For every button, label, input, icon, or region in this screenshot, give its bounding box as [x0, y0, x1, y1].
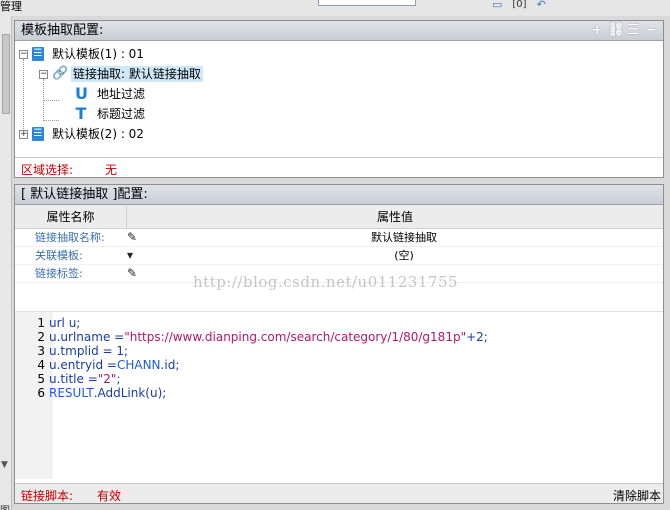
code-line[interactable]: 4 u.entryid = CHANN .id; — [15, 358, 179, 372]
list-icon[interactable]: ☰ — [625, 22, 641, 38]
watermark: http://blog.csdn.net/u011231755 — [193, 273, 459, 291]
code-text: +2; — [466, 330, 488, 344]
expand-icon[interactable]: + — [19, 129, 28, 139]
region-select-bar: 区域选择: 无 — [15, 157, 663, 177]
code-identifier: RESULT — [49, 386, 94, 400]
property-value[interactable]: (空) — [145, 249, 663, 263]
url-filter-icon: U — [75, 84, 88, 103]
link-config-panel: [ 默认链接抽取 ]配置: 属性名称 属性值 链接抽取名称: ✎ 默认链接抽取 … — [14, 184, 664, 504]
code-text: .AddLink(u); — [93, 386, 167, 400]
link-add-icon[interactable]: ⛓ — [607, 22, 625, 38]
link-config-header: [ 默认链接抽取 ]配置: — [15, 185, 663, 205]
plus-icon[interactable]: + — [589, 22, 605, 38]
code-text: url u; — [49, 316, 81, 330]
edit-icon[interactable]: ✎ — [127, 266, 137, 280]
tree-node-template-2[interactable]: + ☰ 默认模板(2) : 02 — [19, 125, 146, 143]
edit-icon[interactable]: ✎ — [127, 230, 137, 244]
top-icon-group: ▭ [0] ↶ — [492, 0, 546, 12]
code-line[interactable]: 5 u.title = "2" ; — [15, 372, 120, 386]
property-name: 链接标签: — [35, 267, 83, 280]
property-grid-header: 属性名称 属性值 — [15, 205, 663, 229]
tree-node-template-1[interactable]: − ☰ 默认模板(1) : 01 — [19, 45, 146, 63]
minus-icon[interactable]: − — [643, 22, 659, 38]
property-name: 链接抽取名称: — [35, 231, 105, 244]
title-filter-icon: T — [75, 104, 87, 123]
top-menu-label[interactable]: 管理 — [0, 0, 22, 14]
line-number: 5 — [37, 372, 45, 386]
region-label: 区域选择: — [21, 163, 74, 177]
code-text: u.title = — [49, 372, 98, 386]
property-value[interactable]: 默认链接抽取 — [145, 231, 663, 245]
collapse-icon[interactable]: − — [39, 69, 48, 79]
code-line[interactable]: 3 u.tmplid = 1; — [15, 344, 128, 358]
search-input[interactable] — [318, 0, 416, 6]
code-line[interactable]: 6 RESULT .AddLink(u); — [15, 386, 166, 400]
property-row[interactable]: 链接抽取名称: ✎ 默认链接抽取 — [15, 229, 663, 247]
code-string: "https://www.dianping.com/search/categor… — [124, 330, 467, 344]
code-line[interactable]: 1 url u; — [15, 316, 80, 330]
code-string: "2" — [97, 372, 117, 386]
script-status-bar: 链接脚本: 有效 清除脚本 — [15, 483, 663, 503]
top-toolbar: 管理 ▭ [0] ↶ — [0, 0, 670, 16]
code-text: .id; — [160, 358, 180, 372]
script-status: 有效 — [97, 489, 122, 503]
tree-node-url-filter[interactable]: U 地址过滤 — [75, 85, 147, 103]
template-icon: ☰ — [32, 47, 44, 61]
line-number: 3 — [37, 344, 45, 358]
line-number: 2 — [37, 330, 45, 344]
tree-node-label: 链接抽取: 默认链接抽取 — [71, 66, 203, 82]
collapse-icon[interactable]: − — [19, 49, 28, 59]
template-icon: ☰ — [32, 127, 44, 141]
template-toolbar: + ⛓ ☰ − — [589, 22, 659, 38]
scroll-down-icon[interactable]: ▼ — [1, 460, 8, 470]
side-label: 图 — [0, 502, 10, 510]
template-panel: 模板抽取配置: + ⛓ ☰ − − ☰ 默认模板(1) : 01 − 🔗 链接抽… — [14, 20, 664, 178]
column-header-value: 属性值 — [376, 210, 413, 224]
tree-node-label: 默认模板(2) : 02 — [52, 127, 144, 141]
link-icon: 🔗 — [52, 66, 69, 81]
code-identifier: CHANN — [116, 358, 161, 372]
dropdown-icon[interactable]: ▾ — [127, 248, 133, 262]
code-line[interactable]: 2 u.urlname = "https://www.dianping.com/… — [15, 330, 488, 344]
tree-node-title-filter[interactable]: T 标题过滤 — [75, 105, 147, 123]
app-window: 管理 ▭ [0] ↶ ▼ 图 模板抽取配置: + ⛓ ☰ − — [0, 0, 670, 510]
scrollbar-thumb[interactable] — [2, 34, 10, 114]
clear-script-button[interactable]: 清除脚本 — [613, 487, 661, 504]
code-text: u.urlname = — [49, 330, 125, 344]
column-header-name: 属性名称 — [15, 205, 127, 229]
code-text: u.entryid = — [49, 358, 117, 372]
tree-node-label: 默认模板(1) : 01 — [52, 47, 144, 61]
left-scrollbar[interactable]: ▼ 图 — [0, 16, 12, 510]
property-name: 关联模板: — [35, 249, 83, 262]
tree-node-label: 地址过滤 — [97, 87, 146, 101]
link-config-title: [ 默认链接抽取 ]配置: — [21, 187, 148, 202]
chat-icon[interactable]: ▭ — [492, 0, 502, 12]
tree-node-link-extract[interactable]: − 🔗 链接抽取: 默认链接抽取 — [39, 65, 203, 83]
region-value[interactable]: 无 — [105, 161, 117, 178]
code-text: ; — [116, 372, 121, 386]
tree-node-label: 标题过滤 — [97, 107, 146, 121]
template-panel-title: 模板抽取配置: — [21, 23, 104, 38]
line-number: 6 — [37, 386, 45, 400]
undo-icon[interactable]: ↶ — [537, 0, 546, 12]
line-number: 4 — [37, 358, 45, 372]
counter-icon[interactable]: [0] — [512, 0, 526, 12]
script-label: 链接脚本: — [21, 489, 74, 503]
code-text: u.tmplid = 1; — [49, 344, 129, 358]
line-number: 1 — [37, 316, 45, 330]
template-panel-header: 模板抽取配置: + ⛓ ☰ − — [15, 21, 663, 41]
property-row[interactable]: 关联模板: ▾ (空) — [15, 247, 663, 265]
property-grid: 属性名称 属性值 链接抽取名称: ✎ 默认链接抽取 关联模板: ▾ (空) 链接… — [15, 205, 663, 301]
script-editor[interactable]: 1 url u; 2 u.urlname = "https://www.dian… — [15, 311, 663, 479]
